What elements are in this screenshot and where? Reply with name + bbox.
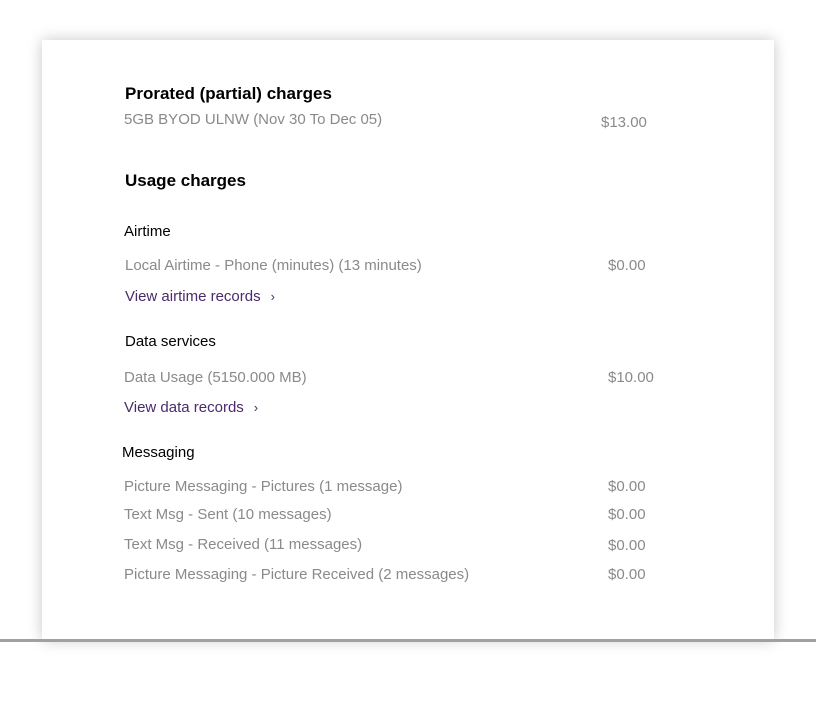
data-services-title: Data services bbox=[125, 333, 216, 350]
prorated-item-label: 5GB BYOD ULNW (Nov 30 To Dec 05) bbox=[124, 111, 383, 128]
view-data-records-link[interactable]: View data records › bbox=[124, 399, 258, 417]
usage-charges-title: Usage charges bbox=[125, 171, 246, 190]
view-data-records-label[interactable]: View data records bbox=[124, 399, 244, 416]
view-airtime-records-link[interactable]: View airtime records › bbox=[125, 288, 275, 306]
page: Prorated (partial) charges 5GB BYOD ULNW… bbox=[0, 0, 816, 721]
airtime-item-label: Local Airtime - Phone (minutes) (13 minu… bbox=[125, 257, 422, 274]
messaging-item-amount: $0.00 bbox=[608, 478, 646, 495]
airtime-title: Airtime bbox=[124, 223, 171, 240]
prorated-charges-title: Prorated (partial) charges bbox=[125, 84, 332, 103]
bottom-divider bbox=[0, 639, 816, 642]
chevron-right-icon: › bbox=[270, 289, 275, 304]
messaging-item-amount: $0.00 bbox=[608, 566, 646, 583]
messaging-item-label: Text Msg - Received (11 messages) bbox=[124, 536, 363, 553]
chevron-right-icon: › bbox=[253, 400, 259, 415]
airtime-item-amount: $0.00 bbox=[608, 257, 646, 274]
messaging-item-label: Text Msg - Sent (10 messages) bbox=[124, 506, 332, 523]
prorated-item-amount: $13.00 bbox=[601, 114, 647, 131]
view-airtime-records-label[interactable]: View airtime records bbox=[125, 288, 261, 305]
messaging-item-amount: $0.00 bbox=[608, 537, 646, 554]
messaging-item-label: Picture Messaging - Pictures (1 message) bbox=[124, 478, 403, 495]
messaging-title: Messaging bbox=[122, 444, 195, 461]
messaging-item-amount: $0.00 bbox=[608, 506, 646, 523]
data-usage-item-label: Data Usage (5150.000 MB) bbox=[124, 369, 307, 386]
data-usage-item-amount: $10.00 bbox=[608, 369, 654, 386]
messaging-item-label: Picture Messaging - Picture Received (2 … bbox=[124, 566, 470, 583]
